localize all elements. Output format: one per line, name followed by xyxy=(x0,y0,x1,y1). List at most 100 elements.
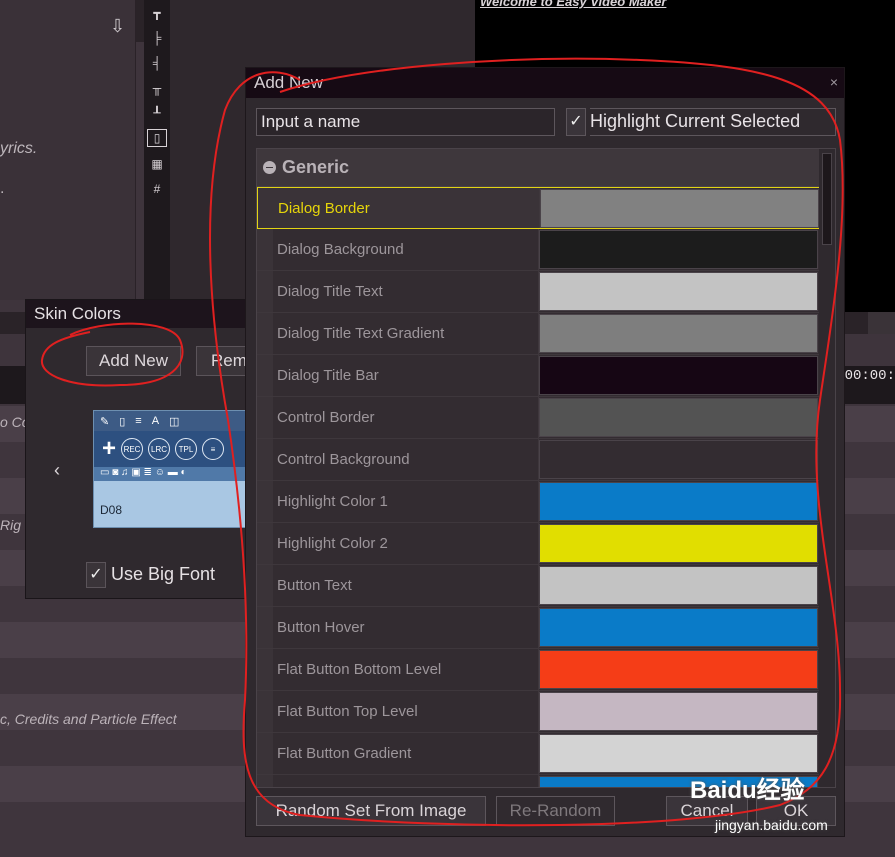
add-new-button[interactable]: Add New xyxy=(86,346,181,376)
scrollbar[interactable] xyxy=(819,149,835,787)
color-row[interactable]: Flat Button Gradient xyxy=(257,733,835,775)
color-row-label: Button Hover xyxy=(273,607,539,648)
color-swatch[interactable] xyxy=(539,566,818,605)
row-gutter xyxy=(258,188,274,228)
row-gutter xyxy=(257,775,273,787)
color-row[interactable]: Button Text xyxy=(257,565,835,607)
align-right-icon[interactable]: ╡ xyxy=(144,50,170,75)
frame-icon: ◫ xyxy=(169,415,180,428)
highlight-checkbox[interactable]: ✓ xyxy=(566,108,586,136)
color-row-label: Flat Button Bottom Level xyxy=(273,649,539,690)
color-swatch[interactable] xyxy=(539,524,818,563)
color-swatch[interactable] xyxy=(539,482,818,521)
background-lyrics-text: yrics. xyxy=(0,140,38,157)
row-gutter xyxy=(257,565,273,606)
preview-main-bar: + REC LRC TPL ≡ xyxy=(94,431,252,467)
row-gutter xyxy=(257,649,273,690)
fit-frame-icon[interactable]: ▯ xyxy=(147,129,167,147)
name-input[interactable] xyxy=(256,108,555,136)
row-gutter xyxy=(257,691,273,732)
color-swatch[interactable] xyxy=(539,314,818,353)
preview-tpl-button: TPL xyxy=(175,438,198,460)
color-row[interactable]: Control Border xyxy=(257,397,835,439)
color-rows: Dialog Border Dialog Background Dialog Tit… xyxy=(257,187,835,787)
pen-icon: ▯ xyxy=(119,415,126,428)
align-bottom-icon[interactable]: ┸ xyxy=(144,100,170,125)
color-row[interactable]: Highlight Color 2 xyxy=(257,523,835,565)
color-swatch[interactable] xyxy=(539,398,818,437)
color-row-label: Button Text xyxy=(273,565,539,606)
row-gutter xyxy=(257,607,273,648)
group-header[interactable]: Generic xyxy=(257,149,835,187)
dialog-title: Add New xyxy=(254,73,323,92)
magic-icon: ✎ xyxy=(100,415,110,428)
color-swatch[interactable] xyxy=(539,734,818,773)
timeline-corner-button[interactable] xyxy=(868,312,895,334)
color-swatch[interactable] xyxy=(539,272,818,311)
color-row[interactable]: Dialog Title Text xyxy=(257,271,835,313)
align-left-icon[interactable]: ╞ xyxy=(144,25,170,50)
background-dot-text: . xyxy=(0,180,5,197)
group-name: Generic xyxy=(282,157,350,177)
use-big-font-checkbox[interactable]: ✓ xyxy=(86,562,106,588)
color-row-label: Dialog Title Bar xyxy=(273,355,539,396)
grid-icon[interactable]: ▦ xyxy=(144,151,170,176)
align-center-icon[interactable]: ╥ xyxy=(144,75,170,100)
color-row[interactable]: Highlight Color 1 xyxy=(257,481,835,523)
grid-small-icon[interactable]: # xyxy=(144,176,170,201)
preview-rec-button: REC xyxy=(121,438,144,460)
color-swatch[interactable] xyxy=(540,189,819,228)
color-row-label: Dialog Title Text Gradient xyxy=(273,313,539,354)
watermark-logo: Baidu经验 xyxy=(690,777,805,804)
color-row-label xyxy=(273,775,539,787)
row-gutter xyxy=(257,481,273,522)
color-row-label: Flat Button Top Level xyxy=(273,691,539,732)
color-swatch[interactable] xyxy=(539,440,818,479)
timecode-label: 00:00: xyxy=(844,368,895,384)
row-gutter xyxy=(257,313,273,354)
color-row-label: Control Background xyxy=(273,439,539,480)
color-row[interactable]: Flat Button Top Level xyxy=(257,691,835,733)
download-icon[interactable]: ⇩ xyxy=(110,16,125,37)
close-icon[interactable]: × xyxy=(830,74,838,90)
row-gutter xyxy=(257,229,273,270)
skin-preview-thumbnail[interactable]: ✎ ▯ ≡ A ◫ + REC LRC TPL ≡ ▭ ◙ ♫ ▣ ≣ ☺ ▬ … xyxy=(93,410,253,528)
color-swatch[interactable] xyxy=(539,356,818,395)
color-swatch[interactable] xyxy=(539,692,818,731)
track-text: c, Credits and Particle Effect xyxy=(0,711,177,727)
color-row[interactable]: Dialog Title Text Gradient xyxy=(257,313,835,355)
use-big-font-label: Use Big Font xyxy=(111,564,216,584)
row-gutter xyxy=(257,523,273,564)
preview-list-icon: ≡ xyxy=(202,438,225,460)
color-row-label: Highlight Color 1 xyxy=(273,481,539,522)
preview-lrc-button: LRC xyxy=(148,438,171,460)
previous-skin-icon[interactable]: ‹ xyxy=(54,460,60,481)
color-row[interactable]: Control Background xyxy=(257,439,835,481)
track-text: Rig xyxy=(0,517,22,533)
collapse-icon[interactable] xyxy=(263,161,276,174)
skin-colors-window: Skin Colors Add New Rem ‹ ✎ ▯ ≡ A ◫ + RE… xyxy=(25,299,256,599)
preview-icon-row: ▭ ◙ ♫ ▣ ≣ ☺ ▬ ◐ xyxy=(94,467,252,481)
add-new-dialog: Add New × ✓ Highlight Current Selected G… xyxy=(245,67,845,837)
color-swatch[interactable] xyxy=(539,650,818,689)
color-swatch[interactable] xyxy=(539,230,818,269)
color-row[interactable]: Flat Button Bottom Level xyxy=(257,649,835,691)
color-row[interactable]: Dialog Border xyxy=(257,187,835,229)
watermark-url: jingyan.baidu.com xyxy=(715,817,828,833)
alignment-toolbar: ┳ ╞ ╡ ╥ ┸ ▯ ▦ # xyxy=(144,0,170,300)
color-row[interactable]: Button Hover xyxy=(257,607,835,649)
random-set-from-image-button[interactable]: Random Set From Image xyxy=(256,796,486,826)
color-row-label: Dialog Background xyxy=(273,229,539,270)
scrollbar-thumb[interactable] xyxy=(822,153,832,245)
color-swatch[interactable] xyxy=(539,608,818,647)
plus-icon: + xyxy=(102,435,117,462)
align-top-icon[interactable]: ┳ xyxy=(144,0,170,25)
list-icon: ≡ xyxy=(135,415,142,427)
welcome-link[interactable]: Welcome to Easy Video Maker xyxy=(480,0,666,9)
color-list: Generic Dialog Border Dialog Background Di… xyxy=(256,148,836,788)
color-row[interactable]: Dialog Title Bar xyxy=(257,355,835,397)
row-gutter xyxy=(257,355,273,396)
color-row-label: Control Border xyxy=(273,397,539,438)
re-random-button[interactable]: Re-Random xyxy=(496,796,615,826)
color-row[interactable]: Dialog Background xyxy=(257,229,835,271)
